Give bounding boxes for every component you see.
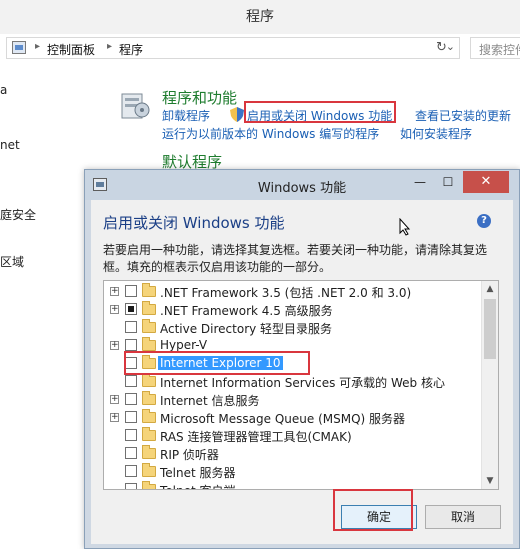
feature-checkbox[interactable] (125, 285, 137, 297)
feature-checkbox[interactable] (125, 465, 137, 477)
folder-icon (142, 445, 156, 459)
expand-icon[interactable]: + (110, 287, 119, 296)
feature-checkbox[interactable] (125, 321, 137, 333)
control-panel-icon (12, 41, 26, 54)
uninstall-link[interactable]: 卸载程序 (162, 107, 210, 124)
scroll-down-icon[interactable]: ▼ (482, 473, 498, 489)
feature-checkbox[interactable] (125, 447, 137, 459)
feature-checkbox[interactable] (125, 483, 137, 489)
feature-label[interactable]: Active Directory 轻型目录服务 (160, 320, 332, 337)
cursor-icon (399, 218, 411, 236)
expand-icon[interactable]: + (110, 413, 119, 422)
feature-row[interactable]: + Internet 信息服务 (104, 391, 484, 409)
dialog-body: 启用或关闭 Windows 功能 ? 若要启用一种功能，请选择其复选框。若要关闭… (91, 200, 513, 544)
programs-icon (121, 93, 150, 119)
how-to-install-link[interactable]: 如何安装程序 (400, 125, 472, 142)
run-older-programs-link[interactable]: 运行为以前版本的 Windows 编写的程序 (162, 125, 379, 142)
folder-icon (142, 301, 156, 315)
folder-icon (142, 391, 156, 405)
window-title: 程序 (246, 9, 274, 25)
highlight-box (244, 101, 396, 123)
feature-checkbox[interactable] (125, 375, 137, 387)
feature-label[interactable]: Microsoft Message Queue (MSMQ) 服务器 (160, 410, 405, 427)
highlight-box (124, 351, 310, 375)
folder-icon (142, 427, 156, 441)
windows-features-dialog: Windows 功能 — ☐ ✕ 启用或关闭 Windows 功能 ? 若要启用… (84, 169, 520, 549)
folder-icon (142, 337, 156, 351)
left-nav-item-fragment[interactable]: net (0, 138, 20, 152)
breadcrumb-separator-icon: ▸ (35, 41, 41, 52)
left-nav-item-fragment[interactable]: 区域 (0, 253, 24, 270)
feature-checkbox[interactable] (125, 429, 137, 441)
refresh-icon[interactable]: ↻ (436, 40, 447, 55)
cancel-button[interactable]: 取消 (425, 505, 501, 529)
shield-icon (230, 107, 244, 122)
highlight-box (333, 489, 413, 531)
feature-label[interactable]: .NET Framework 3.5 (包括 .NET 2.0 和 3.0) (160, 284, 411, 301)
folder-icon (142, 283, 156, 297)
help-icon[interactable]: ? (477, 214, 491, 228)
scroll-up-icon[interactable]: ▲ (482, 281, 498, 297)
scroll-thumb[interactable] (484, 299, 496, 359)
feature-label[interactable]: Internet Information Services 可承载的 Web 核… (160, 374, 445, 391)
features-tree[interactable]: + .NET Framework 3.5 (包括 .NET 2.0 和 3.0) +… (103, 280, 499, 490)
folder-icon (142, 373, 156, 387)
feature-row[interactable]: RIP 侦听器 (104, 445, 484, 463)
expand-icon[interactable]: + (110, 341, 119, 350)
feature-row[interactable]: RAS 连接管理器管理工具包(CMAK) (104, 427, 484, 445)
search-placeholder: 搜索控件 (479, 43, 520, 57)
feature-row[interactable]: + Microsoft Message Queue (MSMQ) 服务器 (104, 409, 484, 427)
feature-label[interactable]: Internet 信息服务 (160, 392, 259, 409)
breadcrumb-programs[interactable]: 程序 (119, 41, 143, 58)
feature-label[interactable]: .NET Framework 4.5 高级服务 (160, 302, 333, 319)
dialog-heading: 启用或关闭 Windows 功能 (103, 214, 285, 232)
feature-label[interactable]: RAS 连接管理器管理工具包(CMAK) (160, 428, 352, 445)
feature-label[interactable]: Hyper-V (160, 338, 207, 352)
feature-row[interactable]: Telnet 客户端 (104, 481, 484, 489)
maximize-button[interactable]: ☐ (435, 171, 461, 193)
feature-row[interactable]: Telnet 服务器 (104, 463, 484, 481)
feature-row[interactable]: Internet Information Services 可承载的 Web 核… (104, 373, 484, 391)
feature-row[interactable]: + .NET Framework 4.5 高级服务 (104, 301, 484, 319)
dialog-titlebar[interactable]: Windows 功能 — ☐ ✕ (85, 170, 519, 200)
expand-icon[interactable]: + (110, 395, 119, 404)
breadcrumb-control-panel[interactable]: 控制面板 (47, 41, 95, 58)
feature-checkbox[interactable] (125, 339, 137, 351)
folder-icon (142, 319, 156, 333)
programs-section-title[interactable]: 程序和功能 (162, 87, 237, 108)
window-titlebar: 程序 (0, 0, 520, 34)
folder-icon (142, 481, 156, 489)
close-button[interactable]: ✕ (463, 171, 509, 193)
feature-label[interactable]: RIP 侦听器 (160, 446, 219, 463)
feature-checkbox[interactable] (125, 393, 137, 405)
feature-checkbox[interactable] (125, 411, 137, 423)
minimize-button[interactable]: — (407, 171, 433, 193)
breadcrumb-separator-icon: ▸ (107, 41, 113, 52)
view-installed-updates-link[interactable]: 查看已安装的更新 (415, 107, 511, 124)
search-input[interactable]: 搜索控件 (470, 37, 520, 59)
expand-icon[interactable]: + (110, 305, 119, 314)
left-nav-item-fragment[interactable]: a (0, 83, 7, 97)
dialog-description: 若要启用一种功能，请选择其复选框。若要关闭一种功能，请清除其复选框。填充的框表示… (103, 243, 488, 274)
tree-scrollbar[interactable]: ▲ ▼ (481, 281, 498, 489)
address-dropdown-icon[interactable]: ⌄ (446, 40, 455, 53)
address-bar[interactable]: ▸ 控制面板 ▸ 程序 ⌄ (6, 37, 460, 59)
feature-checkbox[interactable] (125, 303, 137, 315)
left-nav-item-fragment[interactable]: 庭安全 (0, 206, 36, 223)
folder-icon (142, 409, 156, 423)
feature-label[interactable]: Telnet 服务器 (160, 464, 236, 481)
folder-icon (142, 463, 156, 477)
feature-label[interactable]: Telnet 客户端 (160, 482, 236, 489)
feature-row[interactable]: + .NET Framework 3.5 (包括 .NET 2.0 和 3.0) (104, 283, 484, 301)
feature-row[interactable]: Active Directory 轻型目录服务 (104, 319, 484, 337)
